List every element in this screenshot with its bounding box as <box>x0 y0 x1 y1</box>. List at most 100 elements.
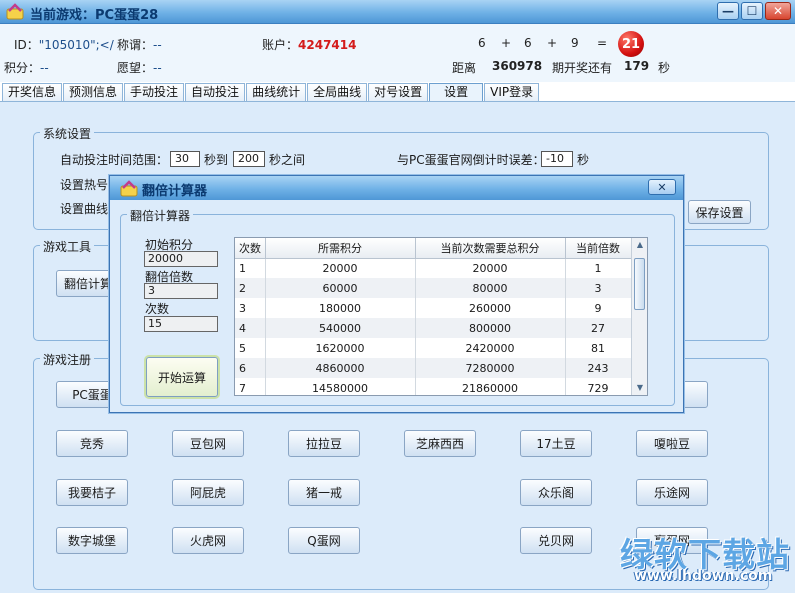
auto-range-mid: 秒到 <box>204 153 229 167</box>
table-row[interactable]: 5 1620000 2420000 81 <box>235 338 632 358</box>
formula-n2: 6 <box>524 36 532 50</box>
id-value: "105010";</ <box>38 38 114 52</box>
calculator-dialog: 翻倍计算器 ✕ 翻倍计算器 初始积分 20000 翻倍倍数 3 次数 15 开始… <box>109 175 684 413</box>
countdown-label: 期开奖还有 <box>552 61 613 75</box>
register-qdan-button[interactable]: Q蛋网 <box>288 527 360 554</box>
tab-curve-stats[interactable]: 曲线统计 <box>246 83 307 102</box>
tab-global-curve[interactable]: 全局曲线 <box>307 83 368 102</box>
tab-vip-login[interactable]: VIP登录 <box>484 83 540 102</box>
site-watermark: 绿软下载站 www.lhdown.com <box>620 528 790 590</box>
auto-range-label: 自动投注时间范围： <box>60 153 169 167</box>
game-tools-title: 游戏工具 <box>40 238 95 255</box>
tab-lottery-info[interactable]: 开奖信息 <box>2 83 63 102</box>
app-logo-icon <box>6 3 24 20</box>
register-zhongle-button[interactable]: 众乐阁 <box>520 479 592 506</box>
cell-total: 7280000 <box>415 358 566 378</box>
tab-manual-bet[interactable]: 手动投注 <box>124 83 185 102</box>
cell-multiple: 3 <box>565 278 632 298</box>
table-row[interactable]: 4 540000 800000 27 <box>235 318 632 338</box>
cell-required: 540000 <box>265 318 416 338</box>
register-juzi-button[interactable]: 我要桔子 <box>56 479 128 506</box>
system-settings-title: 系统设置 <box>40 125 95 142</box>
cell-required: 1620000 <box>265 338 416 358</box>
col-total-header[interactable]: 当前次数需要总积分 <box>415 238 566 259</box>
register-17tudou-button[interactable]: 17土豆 <box>520 430 592 457</box>
formula-op1: + <box>501 36 512 50</box>
register-galadou-button[interactable]: 嗄啦豆 <box>636 430 708 457</box>
close-button[interactable]: ✕ <box>765 2 791 20</box>
tab-bar: 开奖信息 预测信息 手动投注 自动投注 曲线统计 全局曲线 对号设置 设置 VI… <box>0 83 795 102</box>
dialog-titlebar: 翻倍计算器 ✕ <box>110 176 683 200</box>
register-zhuyijie-button[interactable]: 猪一戒 <box>288 479 360 506</box>
offset-label: 与PC蛋蛋官网倒计时误差： <box>397 153 545 167</box>
game-register-title: 游戏注册 <box>40 351 95 368</box>
minimize-button[interactable]: — <box>717 2 739 20</box>
col-required-header[interactable]: 所需积分 <box>265 238 416 259</box>
register-huohu-button[interactable]: 火虎网 <box>172 527 244 554</box>
distance-label: 距离 <box>452 61 477 75</box>
save-settings-button[interactable]: 保存设置 <box>688 200 751 224</box>
nick-value: -- <box>153 38 162 52</box>
register-shuzi-button[interactable]: 数字城堡 <box>56 527 128 554</box>
register-apihu-button[interactable]: 阿屁虎 <box>172 479 244 506</box>
calculator-group-title: 翻倍计算器 <box>127 207 194 224</box>
cell-total: 2420000 <box>415 338 566 358</box>
formula-op2: + <box>547 36 558 50</box>
register-doubao-button[interactable]: 豆包网 <box>172 430 244 457</box>
scroll-thumb[interactable] <box>634 258 645 310</box>
dialog-close-button[interactable]: ✕ <box>648 179 676 195</box>
table-row[interactable]: 3 180000 260000 9 <box>235 298 632 318</box>
register-aladou-button[interactable]: 拉拉豆 <box>288 430 360 457</box>
table-row[interactable]: 1 20000 20000 1 <box>235 258 632 278</box>
cell-total: 800000 <box>415 318 566 338</box>
id-label: ID： <box>14 38 39 52</box>
cell-multiple: 243 <box>565 358 632 378</box>
wish-label: 愿望： <box>117 61 154 75</box>
table-scrollbar[interactable]: ▲ ▼ <box>631 238 647 395</box>
tab-prediction[interactable]: 预测信息 <box>63 83 124 102</box>
scroll-up-icon[interactable]: ▲ <box>635 240 645 250</box>
cell-required: 14580000 <box>265 378 416 395</box>
offset-input[interactable]: -10 <box>541 151 573 167</box>
maximize-button[interactable]: ☐ <box>741 2 763 20</box>
cell-times: 2 <box>235 278 266 298</box>
register-duibei-button[interactable]: 兑贝网 <box>520 527 592 554</box>
auto-range-to-input[interactable]: 200 <box>233 151 265 167</box>
cell-multiple: 9 <box>565 298 632 318</box>
tab-number-settings[interactable]: 对号设置 <box>368 83 429 102</box>
col-times-header[interactable]: 次数 <box>235 238 266 259</box>
col-multiple-header[interactable]: 当前倍数 <box>565 238 632 259</box>
table-row[interactable]: 7 14580000 21860000 729 <box>235 378 632 395</box>
table-row[interactable]: 2 60000 80000 3 <box>235 278 632 298</box>
times-field[interactable]: 15 <box>144 316 218 332</box>
times-label: 次数 <box>145 302 170 316</box>
table-row[interactable]: 6 4860000 7280000 243 <box>235 358 632 378</box>
register-zhimaxixi-button[interactable]: 芝麻西西 <box>404 430 476 457</box>
auto-range-from-input[interactable]: 30 <box>170 151 200 167</box>
cell-times: 7 <box>235 378 266 395</box>
countdown-unit: 秒 <box>658 61 671 75</box>
tab-settings[interactable]: 设置 <box>429 83 484 102</box>
cell-total: 260000 <box>415 298 566 318</box>
offset-unit: 秒 <box>577 153 590 167</box>
cell-required: 20000 <box>265 258 416 278</box>
multiplier-field[interactable]: 3 <box>144 283 218 299</box>
window-titlebar: 当前游戏：PC蛋蛋28 — ☐ ✕ <box>0 0 795 24</box>
cell-required: 60000 <box>265 278 416 298</box>
cell-multiple: 729 <box>565 378 632 395</box>
initial-points-field[interactable]: 20000 <box>144 251 218 267</box>
scroll-down-icon[interactable]: ▼ <box>635 383 645 393</box>
register-jingxiu-button[interactable]: 竞秀 <box>56 430 128 457</box>
tab-auto-bet[interactable]: 自动投注 <box>185 83 246 102</box>
points-label: 积分： <box>4 61 41 75</box>
formula-n3: 9 <box>571 36 579 50</box>
countdown-value: 179 <box>624 59 650 73</box>
result-table: 次数 所需积分 当前次数需要总积分 当前倍数 1 20000 20000 1 2… <box>234 237 648 396</box>
register-letu-button[interactable]: 乐途网 <box>636 479 708 506</box>
table-header-row: 次数 所需积分 当前次数需要总积分 当前倍数 <box>235 238 632 259</box>
start-calculation-button[interactable]: 开始运算 <box>146 357 218 397</box>
cell-total: 80000 <box>415 278 566 298</box>
cell-required: 4860000 <box>265 358 416 378</box>
cell-times: 6 <box>235 358 266 378</box>
account-label: 账户： <box>262 38 299 52</box>
